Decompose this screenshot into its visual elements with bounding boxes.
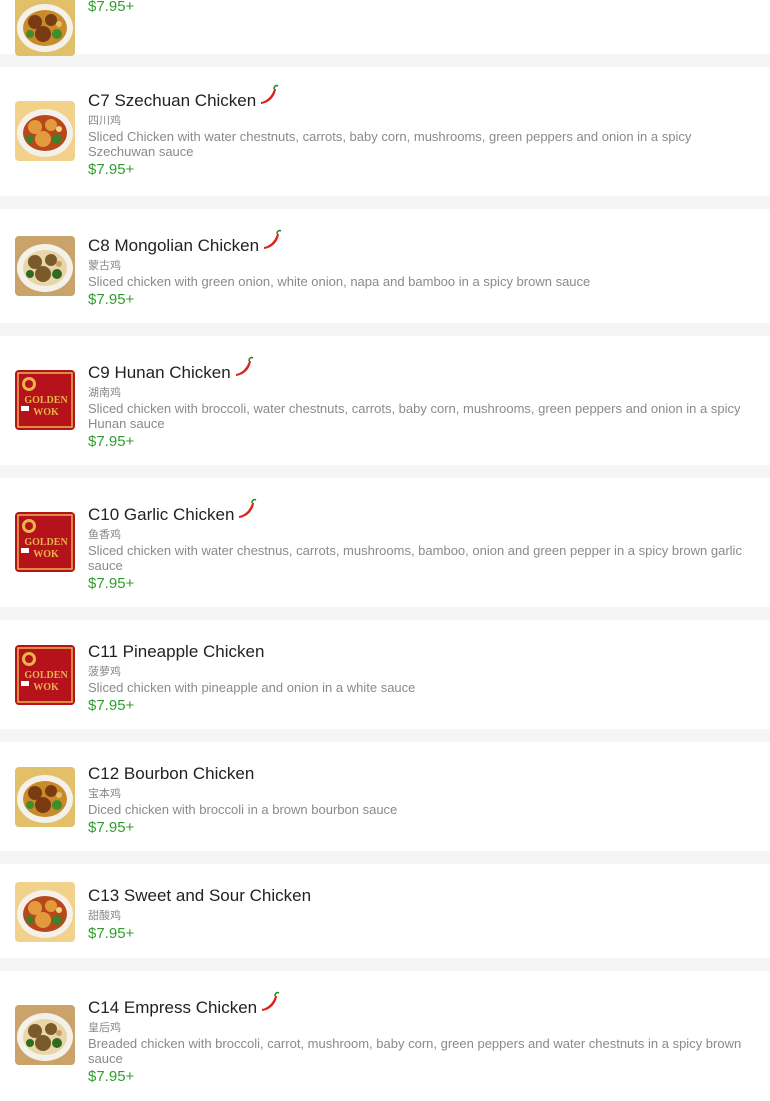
menu-item-info: C12 Bourbon Chicken 宝本鸡 Diced chicken with… [88, 762, 754, 837]
menu-item-info: C10 Garlic Chicken 鱼香鸡 Sliced chicken wit… [88, 498, 754, 593]
menu-item-description: Sliced Chicken with water chestnuts, car… [88, 129, 692, 159]
menu-item-card[interactable]: C13 Sweet and Sour Chicken 甜酸鸡 $7.95+ [0, 864, 770, 958]
dish-photo[interactable] [15, 882, 75, 942]
golden-wok-logo-image[interactable]: GOLDEN WOK [15, 370, 75, 430]
menu-item-name[interactable]: C8 Mongolian Chicken [88, 236, 259, 256]
menu-item-chinese-name: 宝本鸡 [88, 788, 121, 800]
svg-text:GOLDEN: GOLDEN [24, 395, 68, 406]
menu-item-chinese-name: 四川鸡 [88, 115, 121, 127]
menu-item-price: $7.95+ [88, 575, 135, 592]
menu-item-info: C13 Sweet and Sour Chicken 甜酸鸡 $7.95+ [88, 884, 754, 943]
chili-pepper-icon [235, 497, 257, 519]
menu-item-info: C11 Pineapple Chicken 菠萝鸡 Sliced chicken w… [88, 640, 754, 715]
menu-item-name[interactable]: C7 Szechuan Chicken [88, 91, 256, 111]
dish-photo[interactable] [15, 236, 75, 296]
menu-item-description: Breaded chicken with broccoli, carrot, m… [88, 1036, 742, 1066]
menu-item-name-row: C7 Szechuan Chicken [88, 84, 754, 111]
menu-item-name[interactable]: C10 Garlic Chicken [88, 505, 234, 525]
menu-item-name-row: C10 Garlic Chicken [88, 498, 754, 525]
menu-item-card[interactable]: C12 Bourbon Chicken 宝本鸡 Diced chicken with… [0, 742, 770, 851]
menu-item-info: Sliced chicken with green peppers, onion… [88, 0, 754, 16]
menu-item-card[interactable]: GOLDEN WOK C11 Pineapple Chicken 菠萝鸡 Slice… [0, 620, 770, 729]
menu-item-card[interactable]: C8 Mongolian Chicken 蒙古鸡 Sliced chicken w… [0, 209, 770, 323]
menu-item-price: $7.95+ [88, 291, 135, 308]
menu-item-description: Sliced chicken with water chestnus, carr… [88, 543, 742, 573]
menu-item-card[interactable]: C14 Empress Chicken 皇后鸡 Breaded chicken w… [0, 971, 770, 1101]
menu-item-chinese-name: 皇后鸡 [88, 1022, 121, 1034]
dish-photo[interactable] [15, 101, 75, 161]
menu-item-name[interactable]: C9 Hunan Chicken [88, 363, 231, 383]
menu-item-name[interactable]: C11 Pineapple Chicken [88, 642, 264, 662]
menu-item-info: C7 Szechuan Chicken 四川鸡 Sliced Chicken wi… [88, 84, 754, 179]
menu-item-price: $7.95+ [88, 697, 135, 714]
menu-item-description: Diced chicken with broccoli in a brown b… [88, 802, 398, 817]
svg-text:WOK: WOK [33, 682, 59, 693]
menu-item-name-row: C8 Mongolian Chicken [88, 229, 754, 256]
golden-wok-logo-image[interactable]: GOLDEN WOK [15, 512, 75, 572]
menu-item-info: C8 Mongolian Chicken 蒙古鸡 Sliced chicken w… [88, 229, 754, 309]
chili-pepper-icon [258, 990, 280, 1012]
menu-item-chinese-name: 甜酸鸡 [88, 910, 121, 922]
menu-item-price: $7.95+ [88, 819, 135, 836]
menu-item-price: $7.95+ [88, 925, 135, 942]
menu-item-name-row: C12 Bourbon Chicken [88, 762, 754, 784]
svg-text:GOLDEN: GOLDEN [24, 670, 68, 681]
menu-item-description: Sliced chicken with green onion, white o… [88, 274, 591, 289]
menu-item-name[interactable]: C13 Sweet and Sour Chicken [88, 886, 311, 906]
dish-photo[interactable] [15, 1005, 75, 1065]
menu-item-price: $7.95+ [88, 0, 135, 15]
menu-item-name[interactable]: C12 Bourbon Chicken [88, 764, 254, 784]
svg-text:WOK: WOK [33, 407, 59, 418]
menu-item-name-row: C14 Empress Chicken [88, 991, 754, 1018]
menu-item-info: C9 Hunan Chicken 湖南鸡 Sliced chicken with … [88, 356, 754, 451]
menu-item-price: $7.95+ [88, 433, 135, 450]
menu-item-name-row: C13 Sweet and Sour Chicken [88, 884, 754, 906]
chili-pepper-icon [260, 228, 282, 250]
svg-text:GOLDEN: GOLDEN [24, 537, 68, 548]
menu-item-name-row: C11 Pineapple Chicken [88, 640, 754, 662]
golden-wok-logo-image[interactable]: GOLDEN WOK [15, 645, 75, 705]
chili-pepper-icon [232, 355, 254, 377]
svg-text:WOK: WOK [33, 549, 59, 560]
menu-item-price: $7.95+ [88, 1068, 135, 1085]
dish-photo[interactable] [15, 767, 75, 827]
menu-item-card[interactable]: Sliced chicken with green peppers, onion… [0, 0, 770, 56]
menu-item-info: C14 Empress Chicken 皇后鸡 Breaded chicken w… [88, 991, 754, 1086]
menu-item-card[interactable]: GOLDEN WOK C9 Hunan Chicken 湖南鸡 Sliced ch… [0, 336, 770, 465]
menu-item-price: $7.95+ [88, 161, 135, 178]
menu-item-chinese-name: 湖南鸡 [88, 387, 121, 399]
dish-photo[interactable] [15, 0, 75, 56]
menu-item-name-row: C9 Hunan Chicken [88, 356, 754, 383]
menu-item-name[interactable]: C14 Empress Chicken [88, 998, 257, 1018]
menu-item-card[interactable]: GOLDEN WOK C10 Garlic Chicken 鱼香鸡 Sliced … [0, 478, 770, 607]
menu-item-card[interactable]: C7 Szechuan Chicken 四川鸡 Sliced Chicken wi… [0, 67, 770, 196]
menu-item-chinese-name: 菠萝鸡 [88, 666, 121, 678]
menu-item-chinese-name: 鱼香鸡 [88, 529, 121, 541]
menu-item-description: Sliced chicken with pineapple and onion … [88, 680, 416, 695]
menu-item-description: Sliced chicken with broccoli, water ches… [88, 401, 741, 431]
menu-item-chinese-name: 蒙古鸡 [88, 260, 121, 272]
chili-pepper-icon [257, 83, 279, 105]
